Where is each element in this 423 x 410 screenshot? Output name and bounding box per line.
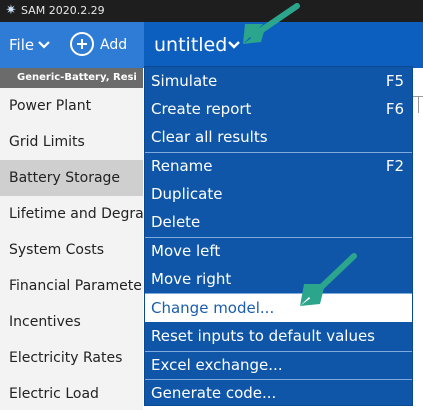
- sidebar-item-label: Electric Load: [9, 386, 99, 402]
- menu-item-label: Change model...: [151, 299, 275, 317]
- content-line: [418, 97, 419, 113]
- case-context-menu: Simulate F5 Create report F6 Clear all r…: [144, 66, 413, 406]
- sidebar-item-lifetime-degradation[interactable]: Lifetime and Degradation: [0, 196, 143, 232]
- configuration-label: Generic-Battery, Resi: [17, 72, 137, 83]
- sidebar-item-label: Electricity Rates: [9, 350, 123, 366]
- menu-item-reset-inputs[interactable]: Reset inputs to default values: [145, 322, 412, 350]
- sidebar-item-label: Incentives: [9, 314, 81, 330]
- menu-item-label: Simulate: [151, 72, 218, 90]
- configuration-bar[interactable]: Generic-Battery, Resi: [0, 68, 143, 88]
- sidebar-item-grid-limits[interactable]: Grid Limits: [0, 124, 143, 160]
- main-toolbar: File Add untitled: [0, 22, 423, 68]
- sidebar-item-power-plant[interactable]: Power Plant: [0, 88, 143, 124]
- sidebar-item-label: Grid Limits: [9, 134, 85, 150]
- case-name-label: untitled: [154, 34, 228, 56]
- add-label: Add: [100, 37, 128, 53]
- menu-item-delete[interactable]: Delete: [145, 208, 412, 236]
- menu-item-duplicate[interactable]: Duplicate: [145, 180, 412, 208]
- sam-window: ✷ SAM 2020.2.29 File Add untitled Generi…: [0, 0, 423, 410]
- page-content-edge: [413, 88, 423, 410]
- file-menu-button[interactable]: File: [0, 22, 58, 68]
- menu-item-move-right[interactable]: Move right: [145, 265, 412, 293]
- menu-item-label: Reset inputs to default values: [151, 327, 375, 345]
- menu-item-simulate[interactable]: Simulate F5: [145, 67, 412, 95]
- sidebar-item-system-costs[interactable]: System Costs: [0, 232, 143, 268]
- menu-item-generate-code[interactable]: Generate code...: [145, 379, 412, 407]
- sidebar-item-label: Lifetime and Degradation: [9, 206, 143, 222]
- menu-item-label: Generate code...: [151, 384, 277, 402]
- menu-item-label: Move right: [151, 270, 232, 288]
- menu-item-label: Clear all results: [151, 128, 268, 146]
- menu-item-create-report[interactable]: Create report F6: [145, 95, 412, 123]
- sidebar-item-label: Battery Storage: [9, 170, 121, 186]
- add-case-button[interactable]: Add: [70, 31, 134, 59]
- file-menu-label: File: [9, 36, 35, 54]
- menu-shortcut: F2: [385, 157, 404, 175]
- menu-item-label: Delete: [151, 213, 201, 231]
- menu-item-label: Rename: [151, 157, 213, 175]
- menu-item-excel-exchange[interactable]: Excel exchange...: [145, 351, 412, 379]
- sidebar-item-electric-load[interactable]: Electric Load: [0, 376, 143, 410]
- menu-item-rename[interactable]: Rename F2: [145, 152, 412, 180]
- title-bar: ✷ SAM 2020.2.29: [0, 0, 423, 22]
- sidebar-item-label: Financial Parameters: [9, 278, 143, 294]
- window-title: SAM 2020.2.29: [21, 4, 105, 17]
- menu-item-label: Move left: [151, 242, 221, 260]
- menu-shortcut: F5: [385, 72, 404, 90]
- annotation-arrow-icon: [243, 3, 300, 44]
- menu-item-change-model[interactable]: Change model...: [145, 294, 412, 322]
- sidebar-item-incentives[interactable]: Incentives: [0, 304, 143, 340]
- menu-item-clear-results[interactable]: Clear all results: [145, 123, 412, 151]
- sidebar-item-label: System Costs: [9, 242, 105, 258]
- sidebar-item-battery-storage[interactable]: Battery Storage: [0, 160, 143, 196]
- menu-item-label: Create report: [151, 100, 252, 118]
- plus-circle-icon: [70, 32, 94, 56]
- menu-item-label: Excel exchange...: [151, 356, 283, 374]
- sidebar-item-electricity-rates[interactable]: Electricity Rates: [0, 340, 143, 376]
- menu-item-label: Duplicate: [151, 185, 223, 203]
- sun-icon: ✷: [5, 3, 17, 18]
- menu-shortcut: F6: [385, 100, 404, 118]
- sidebar: Power Plant Grid Limits Battery Storage …: [0, 88, 143, 410]
- sidebar-item-label: Power Plant: [9, 98, 92, 114]
- sidebar-item-financial-parameters[interactable]: Financial Parameters: [0, 268, 143, 304]
- chevron-down-icon: [38, 41, 50, 49]
- annotation-arrow-icon: [300, 253, 357, 306]
- menu-item-move-left[interactable]: Move left: [145, 237, 412, 265]
